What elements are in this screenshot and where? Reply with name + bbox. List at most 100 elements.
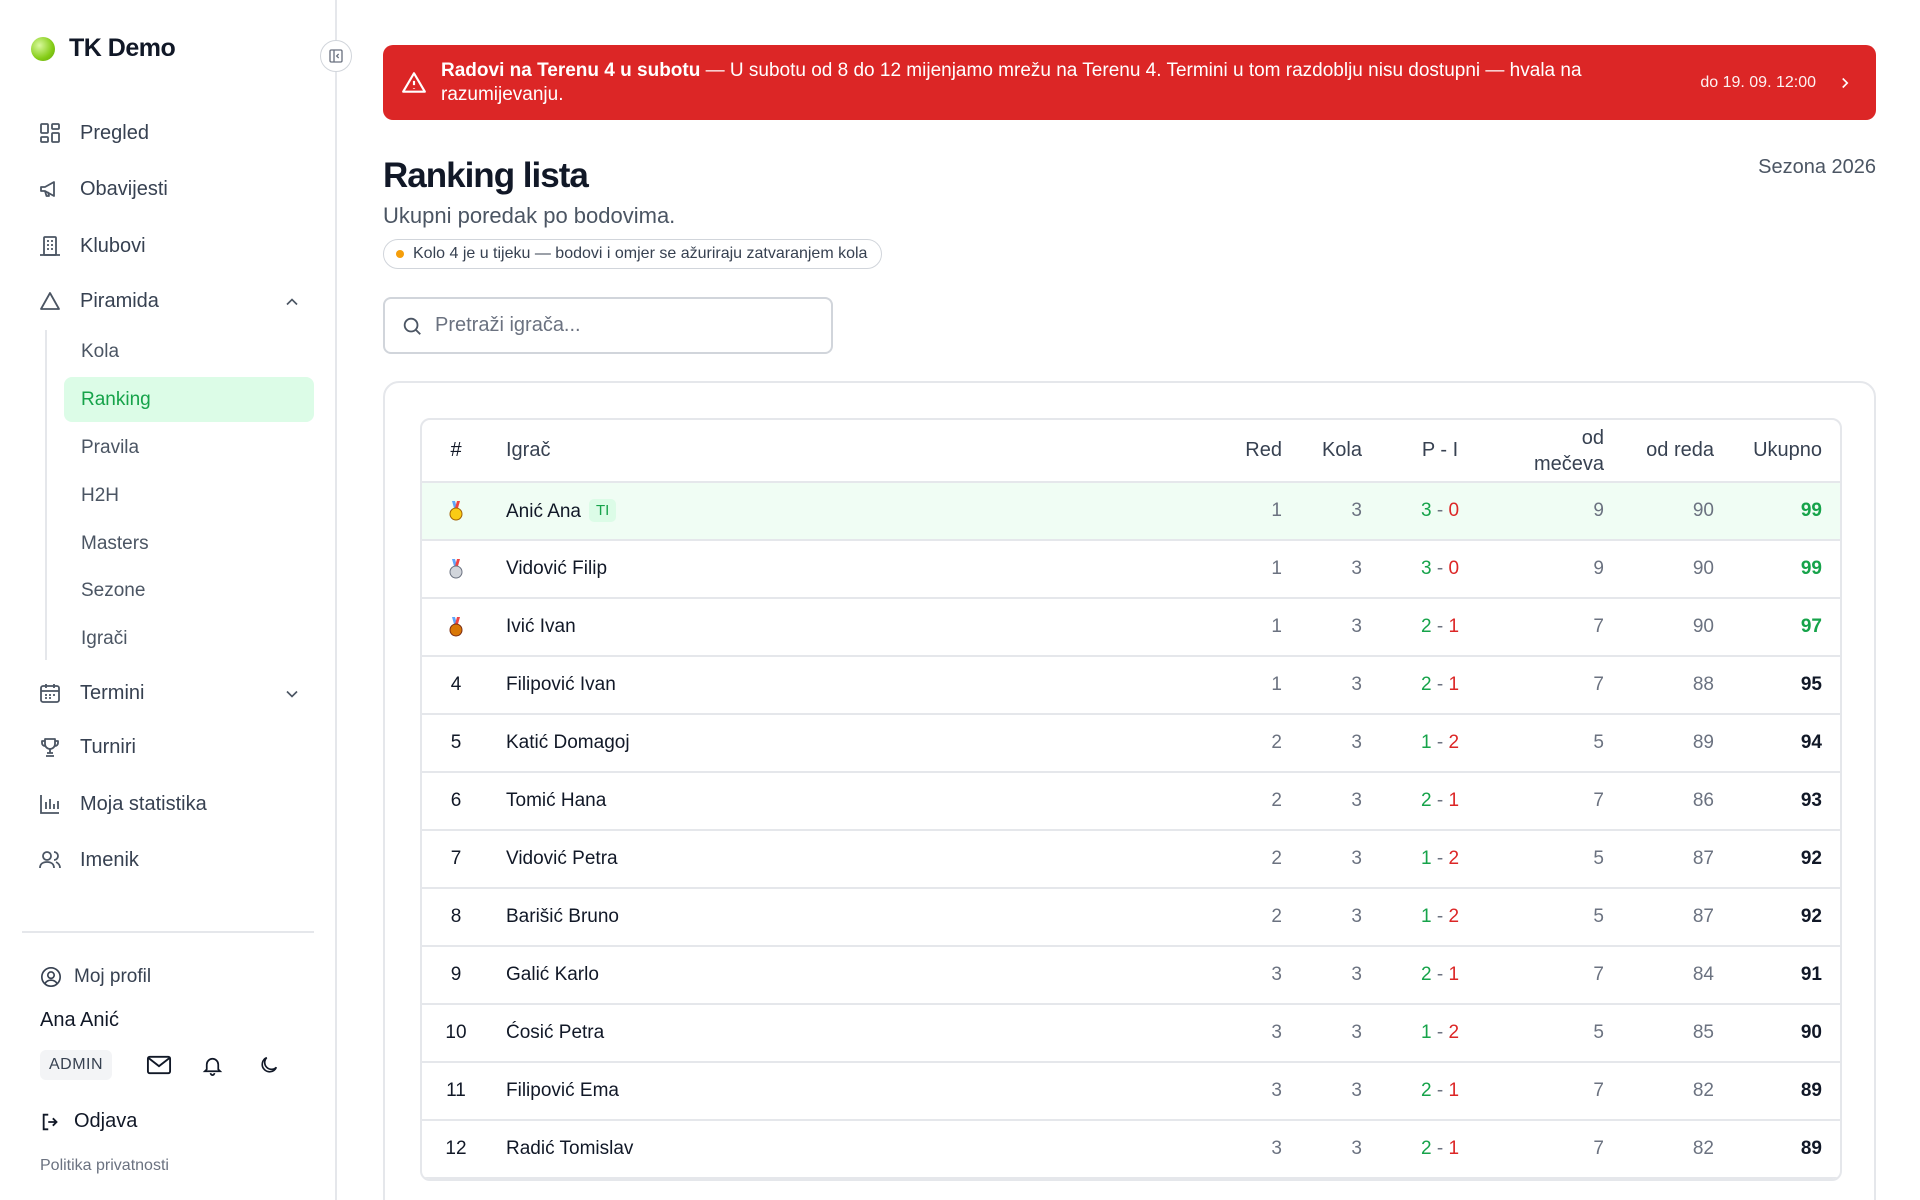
player-cell[interactable]: Vidović Petra — [490, 830, 1210, 889]
player-cell[interactable]: Filipović Ivan — [490, 656, 1210, 715]
theme-toggle-button[interactable] — [254, 1050, 284, 1080]
table-row[interactable]: 10 Ćosić Petra 3 3 1 - 2 5 85 90 — [422, 1004, 1840, 1063]
season-label: Sezona 2026 — [1758, 156, 1876, 178]
nav-item-pregled[interactable]: Pregled — [38, 113, 149, 153]
player-cell[interactable]: Vidović Filip — [490, 540, 1210, 599]
logout-button[interactable]: Odjava — [40, 1110, 137, 1133]
total-cell: 92 — [1732, 888, 1840, 947]
player-cell[interactable]: Ćosić Petra — [490, 1004, 1210, 1063]
sub-item-sezone[interactable]: Sezone — [64, 568, 314, 613]
player-cell[interactable]: Galić Karlo — [490, 946, 1210, 1005]
nav-item-statistika[interactable]: Moja statistika — [38, 784, 207, 824]
losses: 0 — [1448, 558, 1460, 579]
wins: 3 — [1420, 500, 1432, 521]
from-matches-cell: 7 — [1490, 946, 1620, 1005]
from-matches-cell: 5 — [1490, 714, 1620, 773]
table-row[interactable]: 12 Radić Tomislav 3 3 2 - 1 7 82 89 — [422, 1120, 1840, 1179]
maintenance-alert-banner[interactable]: Radovi na Terenu 4 u subotu — U subotu o… — [383, 45, 1876, 120]
logout-icon — [42, 1113, 58, 1130]
chevron-down-icon[interactable] — [282, 684, 302, 704]
wins: 3 — [1420, 558, 1432, 579]
sub-item-igraci[interactable]: Igrači — [64, 616, 314, 661]
nav-item-piramida[interactable]: Piramida — [38, 281, 159, 321]
col-wl[interactable]: P - I — [1390, 420, 1490, 483]
search-input[interactable] — [435, 314, 815, 337]
col-from-row[interactable]: od reda — [1620, 420, 1732, 483]
ranking-card: # Igrač Red Kola P - I od mečeva od reda … — [383, 381, 1876, 1200]
rank-cell — [422, 540, 490, 599]
player-name[interactable]: Filipović Ema — [506, 1080, 619, 1101]
rounds-cell: 3 — [1300, 830, 1390, 889]
nav-item-obavijesti[interactable]: Obavijesti — [38, 169, 168, 209]
ranking-table-wrapper: # Igrač Red Kola P - I od mečeva od reda … — [420, 418, 1842, 1181]
sub-item-h2h[interactable]: H2H — [64, 473, 314, 518]
table-row[interactable]: 9 Galić Karlo 3 3 2 - 1 7 84 91 — [422, 946, 1840, 1005]
player-name[interactable]: Tomić Hana — [506, 790, 606, 811]
chevron-up-icon[interactable] — [282, 292, 302, 312]
table-row[interactable]: Anić Ana TI 1 3 3 - 0 9 90 99 — [422, 482, 1840, 541]
player-name[interactable]: Ivić Ivan — [506, 616, 576, 637]
col-rounds[interactable]: Kola — [1300, 420, 1390, 483]
brand[interactable]: TK Demo — [31, 34, 176, 63]
notifications-button[interactable] — [197, 1050, 227, 1080]
total-cell: 93 — [1732, 772, 1840, 831]
sidebar-collapse-button[interactable] — [320, 40, 352, 72]
table-row[interactable]: 11 Filipović Ema 3 3 2 - 1 7 82 89 — [422, 1062, 1840, 1121]
table-row[interactable]: Ivić Ivan 1 3 2 - 1 7 90 97 — [422, 598, 1840, 657]
sub-item-kola[interactable]: Kola — [64, 329, 314, 374]
player-cell[interactable]: Anić Ana TI — [490, 482, 1210, 541]
row-cell: 3 — [1210, 946, 1300, 1005]
bell-icon — [202, 1057, 222, 1076]
losses: 2 — [1448, 1022, 1460, 1043]
table-row[interactable]: 6 Tomić Hana 2 3 2 - 1 7 86 93 — [422, 772, 1840, 831]
from-row-cell: 87 — [1620, 830, 1732, 889]
player-name[interactable]: Filipović Ivan — [506, 674, 616, 695]
wins: 2 — [1420, 964, 1432, 985]
player-name[interactable]: Vidović Filip — [506, 558, 607, 579]
table-row[interactable]: 7 Vidović Petra 2 3 1 - 2 5 87 92 — [422, 830, 1840, 889]
table-row[interactable]: Vidović Filip 1 3 3 - 0 9 90 99 — [422, 540, 1840, 599]
app-name: TK Demo — [69, 34, 176, 62]
player-cell[interactable]: Radić Tomislav — [490, 1120, 1210, 1179]
player-name[interactable]: Radić Tomislav — [506, 1138, 633, 1159]
losses: 1 — [1448, 674, 1460, 695]
col-row[interactable]: Red — [1210, 420, 1300, 483]
alert-text: Radovi na Terenu 4 u subotu — U subotu o… — [441, 59, 1671, 107]
wl-separator: - — [1431, 1138, 1449, 1159]
losses: 1 — [1448, 1138, 1460, 1159]
sub-item-masters[interactable]: Masters — [64, 521, 314, 566]
table-row[interactable]: 8 Barišić Bruno 2 3 1 - 2 5 87 92 — [422, 888, 1840, 947]
nav-item-termini[interactable]: Termini — [38, 673, 144, 713]
col-rank[interactable]: # — [422, 420, 490, 483]
player-cell[interactable]: Filipović Ema — [490, 1062, 1210, 1121]
player-cell[interactable]: Ivić Ivan — [490, 598, 1210, 657]
player-cell[interactable]: Barišić Bruno — [490, 888, 1210, 947]
table-row[interactable]: 5 Katić Domagoj 2 3 1 - 2 5 89 94 — [422, 714, 1840, 773]
sub-item-ranking[interactable]: Ranking — [64, 377, 314, 422]
col-from-matches[interactable]: od mečeva — [1490, 420, 1620, 483]
sub-item-pravila[interactable]: Pravila — [64, 425, 314, 470]
total-cell: 89 — [1732, 1062, 1840, 1121]
player-name[interactable]: Anić Ana — [506, 501, 581, 522]
player-name[interactable]: Galić Karlo — [506, 964, 599, 985]
table-row[interactable]: 4 Filipović Ivan 1 3 2 - 1 7 88 95 — [422, 656, 1840, 715]
from-row-cell: 88 — [1620, 656, 1732, 715]
total-cell: 89 — [1732, 1120, 1840, 1179]
player-name[interactable]: Ćosić Petra — [506, 1022, 604, 1043]
nav-item-klubovi[interactable]: Klubovi — [38, 226, 146, 266]
profile-link-label: Moj profil — [74, 966, 152, 987]
profile-link[interactable]: Moj profil — [40, 966, 151, 988]
from-matches-cell: 7 — [1490, 772, 1620, 831]
privacy-link[interactable]: Politika privatnosti — [40, 1157, 169, 1175]
player-name[interactable]: Katić Domagoj — [506, 732, 630, 753]
nav-item-turniri[interactable]: Turniri — [38, 727, 136, 767]
col-total[interactable]: Ukupno — [1732, 420, 1840, 483]
nav-item-imenik[interactable]: Imenik — [38, 840, 139, 880]
player-name[interactable]: Vidović Petra — [506, 848, 618, 869]
col-player[interactable]: Igrač — [490, 420, 1210, 483]
player-search[interactable] — [383, 297, 833, 354]
messages-button[interactable] — [144, 1050, 174, 1080]
player-cell[interactable]: Katić Domagoj — [490, 714, 1210, 773]
player-cell[interactable]: Tomić Hana — [490, 772, 1210, 831]
player-name[interactable]: Barišić Bruno — [506, 906, 619, 927]
